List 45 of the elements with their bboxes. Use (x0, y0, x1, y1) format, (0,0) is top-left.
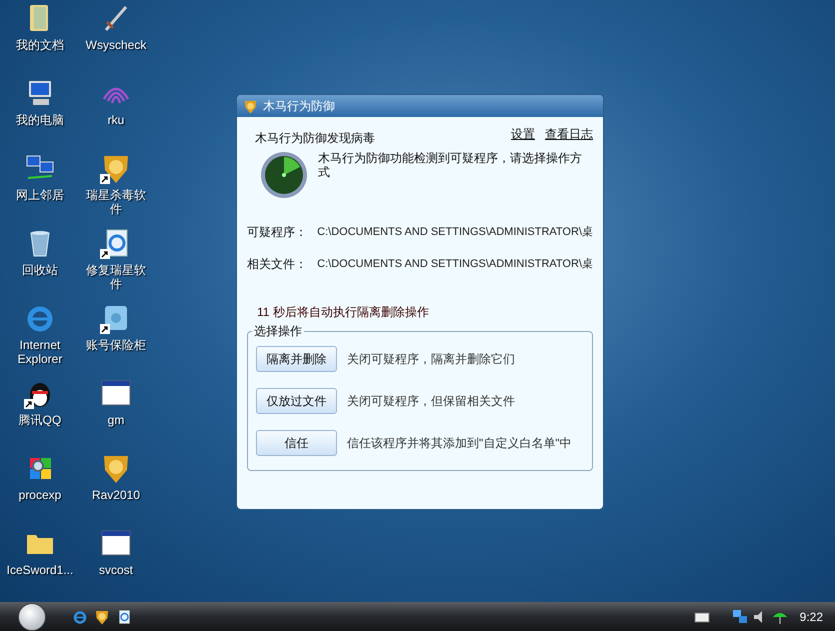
desktop-icon-label[interactable]: Rav2010 (81, 488, 151, 502)
lion-shield-icon (243, 98, 258, 114)
shortcut-arrow-icon (100, 249, 110, 259)
desktop-icon-label[interactable]: procexp (5, 488, 75, 502)
file-path: C:\DOCUMENTS AND SETTINGS\ADMINISTRATOR\桌 (317, 224, 593, 240)
file-path: C:\DOCUMENTS AND SETTINGS\ADMINISTRATOR\桌 (317, 256, 593, 272)
clock: 9:22 (800, 608, 823, 626)
shortcut-arrow-icon (24, 399, 34, 409)
radar-icon (260, 151, 308, 199)
desktop-icon-label[interactable]: Internet Explorer (5, 338, 75, 366)
alert-message: 木马行为防御功能检测到可疑程序，请选择操作方式 (318, 151, 583, 179)
desktop-icon-label[interactable]: IceSword1... (5, 563, 75, 577)
action-button[interactable]: 信任 (256, 430, 337, 456)
group-title: 选择操作 (252, 323, 304, 339)
network-computers-icon[interactable] (732, 608, 748, 624)
window-title: 木马行为防御 (263, 98, 335, 115)
desktop-icon-label[interactable]: 我的电脑 (5, 113, 75, 127)
link[interactable]: 查看日志 (545, 125, 593, 143)
link[interactable]: 设置 (511, 125, 535, 143)
desktop-icon-label[interactable]: 我的文档 (5, 38, 75, 52)
start-button[interactable] (18, 602, 46, 630)
desktop-icon-label[interactable]: 瑞星杀毒软件 (81, 188, 151, 216)
action-button[interactable]: 仅放过文件 (256, 388, 337, 414)
shortcut-arrow-icon (100, 174, 110, 184)
action-description: 关闭可疑程序，隔离并删除它们 (347, 351, 515, 368)
desktop-icon-label[interactable]: 账号保险柜 (81, 338, 151, 352)
desktop-icon-label[interactable]: 修复瑞星软件 (81, 263, 151, 291)
desktop-icon-label[interactable]: 腾讯QQ (5, 413, 75, 427)
action-description: 信任该程序并将其添加到"自定义白名单"中 (347, 435, 572, 452)
desktop-icon-label[interactable]: rku (81, 113, 151, 127)
ie-logo-icon (72, 608, 88, 624)
field-label: 相关文件： (247, 256, 308, 273)
desktop-icon-label[interactable]: gm (81, 413, 151, 427)
action-button[interactable]: 隔离并删除 (256, 346, 337, 372)
desktop-icon-label[interactable]: svcost (81, 563, 151, 577)
alert-heading: 木马行为防御发现病毒 (255, 130, 375, 147)
desktop-icon-label[interactable]: Wsyscheck (81, 38, 151, 52)
action-description: 关闭可疑程序，但保留相关文件 (347, 393, 515, 410)
desktop-icon-label[interactable]: 回收站 (5, 263, 75, 277)
countdown-text: 11 秒后将自动执行隔离删除操作 (257, 304, 430, 321)
ie-document-icon (116, 608, 132, 624)
desktop-icon-label[interactable]: 网上邻居 (5, 188, 75, 202)
field-label: 可疑程序： (247, 224, 308, 241)
lion-shield-icon (94, 608, 110, 624)
shortcut-arrow-icon (100, 324, 110, 334)
